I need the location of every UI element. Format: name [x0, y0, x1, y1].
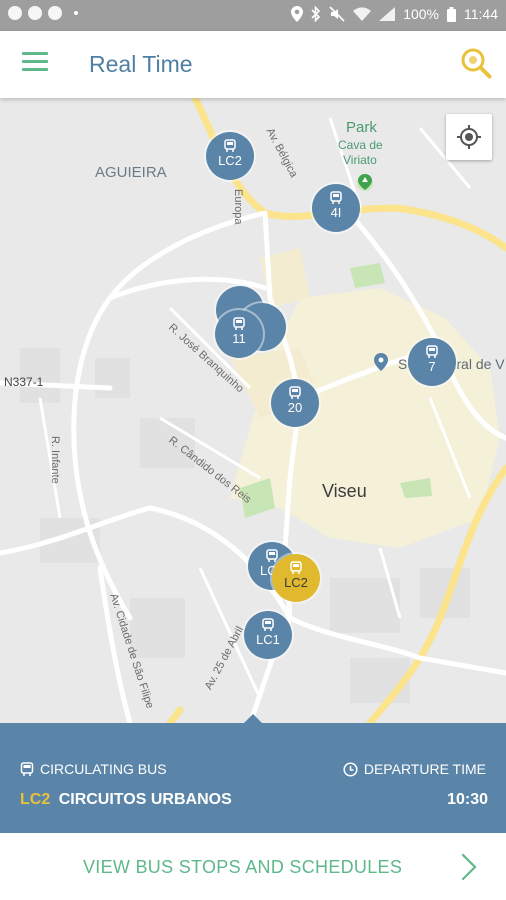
map-view[interactable]: AGUIEIRA Park Cava de Viriato Viseu N337… [0, 98, 506, 723]
bus-marker-lc1[interactable]: LC1 [244, 611, 292, 659]
street-label-infante: R. Infante [49, 436, 61, 484]
bus-icon [330, 191, 342, 204]
bus-icon [266, 549, 278, 562]
more-notifications-icon [74, 11, 78, 15]
bus-marker-label: 7 [428, 359, 436, 374]
mute-icon [329, 6, 345, 22]
bus-icon [262, 618, 274, 631]
bus-marker-label: 11 [232, 331, 246, 346]
route-info: LC2 CIRCUITOS URBANOS [20, 791, 232, 809]
app-bar: Real Time [0, 31, 506, 98]
status-bar: 100% 11:44 [0, 0, 506, 31]
location-icon [291, 6, 304, 22]
search-icon[interactable] [460, 47, 492, 79]
bus-marker-20[interactable]: 20 [271, 379, 319, 427]
bus-marker-11[interactable]: 11 [215, 310, 263, 358]
view-stops-schedules-label: VIEW BUS STOPS AND SCHEDULES [83, 857, 403, 877]
page-title: Real Time [89, 51, 193, 77]
notification-icons [8, 6, 78, 20]
bus-marker-4i[interactable]: 4I [312, 184, 360, 232]
view-stops-schedules-button[interactable]: VIEW BUS STOPS AND SCHEDULES [0, 833, 506, 900]
bus-marker-lc2-selected[interactable]: LC2 [272, 554, 320, 602]
chevron-right-icon [461, 853, 477, 881]
clock: 11:44 [464, 6, 498, 22]
system-icons: 100% 11:44 [291, 6, 498, 22]
bus-marker-lc2[interactable]: LC2 [206, 132, 254, 180]
circulating-bus-label: CIRCULATING BUS [40, 761, 167, 777]
wifi-icon [353, 7, 372, 21]
route-code: LC2 [20, 791, 51, 808]
poi-pin-icon [374, 353, 388, 371]
place-label-aguieira: AGUIEIRA [95, 164, 167, 181]
city-label-viseu: Viseu [322, 481, 367, 501]
park-pin-icon [358, 174, 372, 190]
departure-time-label: DEPARTURE TIME [363, 761, 486, 777]
signal-icon [379, 7, 396, 21]
departure-time-heading: DEPARTURE TIME [343, 761, 486, 777]
bus-marker-label: LC2 [218, 153, 242, 168]
bus-marker-label: 20 [287, 400, 303, 415]
circulating-bus-heading: CIRCULATING BUS [20, 761, 167, 777]
menu-icon[interactable] [22, 52, 48, 76]
park-label: Park [346, 119, 377, 136]
bus-marker-7[interactable]: 7 [408, 338, 456, 386]
bus-icon [290, 561, 302, 574]
bus-marker-label: 4I [330, 205, 342, 220]
bus-marker-label: LC1 [256, 632, 280, 647]
battery-icon [447, 6, 456, 22]
park-sublabel-2: Viriato [343, 153, 377, 167]
bus-icon [224, 139, 236, 152]
battery-percent: 100% [403, 6, 439, 22]
my-location-button[interactable] [446, 114, 492, 160]
road-label-n337: N337-1 [4, 375, 44, 389]
park-sublabel-1: Cava de [338, 138, 383, 152]
notification-icon [28, 6, 42, 20]
bus-icon [20, 761, 34, 776]
crosshair-icon [457, 125, 481, 149]
bus-icon [233, 317, 245, 330]
panel-pointer [244, 714, 262, 723]
notification-icon [8, 6, 22, 20]
notification-icon [48, 6, 62, 20]
bus-marker-label: LC2 [284, 575, 308, 590]
street-label-europa: Europa [232, 189, 244, 225]
bus-info-panel[interactable]: CIRCULATING BUS DEPARTURE TIME LC2 CIRCU… [0, 714, 506, 833]
bluetooth-icon [311, 6, 321, 22]
bus-icon [426, 345, 438, 358]
bus-icon [289, 386, 301, 399]
route-name: CIRCUITOS URBANOS [58, 791, 232, 808]
departure-time-value: 10:30 [447, 791, 488, 808]
clock-icon [343, 761, 358, 777]
